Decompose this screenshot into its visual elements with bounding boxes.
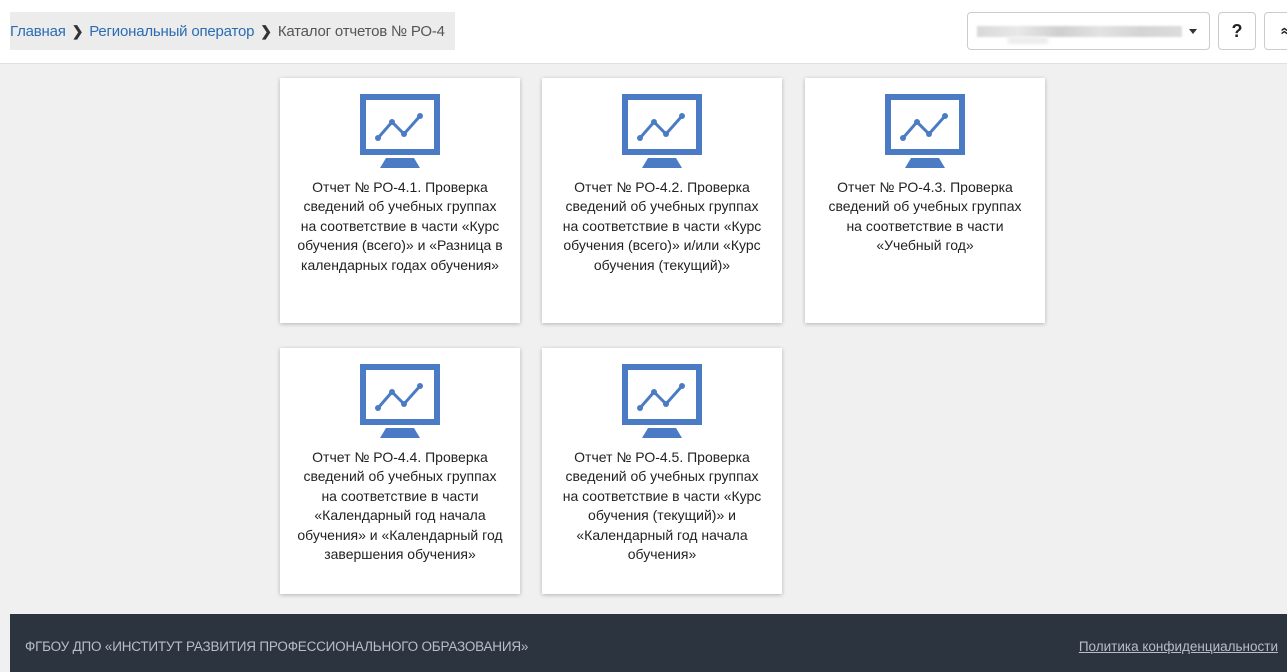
report-card-ro-4-4[interactable]: Отчет № РО-4.4. Проверка сведений об уче… xyxy=(280,348,520,594)
report-card-ro-4-2[interactable]: Отчет № РО-4.2. Проверка сведений об уче… xyxy=(542,78,782,323)
monitor-chart-icon xyxy=(360,94,440,168)
report-title: Отчет № РО-4.2. Проверка сведений об уче… xyxy=(562,179,762,273)
report-card-ro-4-3[interactable]: Отчет № РО-4.3. Проверка сведений об уче… xyxy=(805,78,1045,323)
chevron-right-icon: ❯ xyxy=(260,22,272,39)
privacy-policy-link[interactable]: Политика конфиденциальности xyxy=(1079,639,1278,654)
report-title: Отчет № РО-4.4. Проверка сведений об уче… xyxy=(297,449,503,563)
breadcrumb-regional-link[interactable]: Региональный оператор xyxy=(89,23,254,40)
chevron-right-icon: ❯ xyxy=(71,22,84,39)
organization-select[interactable] xyxy=(967,12,1210,50)
monitor-chart-icon xyxy=(360,364,440,438)
organization-select-value-redacted xyxy=(977,26,1182,37)
organization-select-value-redacted-extra xyxy=(1008,37,1048,44)
collapse-button[interactable]: » xyxy=(1264,12,1287,50)
breadcrumb: Главная ❯ Региональный оператор ❯ Катало… xyxy=(10,12,455,50)
monitor-chart-icon xyxy=(622,94,702,168)
monitor-chart-icon xyxy=(622,364,702,438)
help-button[interactable]: ? xyxy=(1218,12,1256,50)
footer: ФГБОУ ДПО «ИНСТИТУТ РАЗВИТИЯ ПРОФЕССИОНА… xyxy=(10,614,1287,672)
double-chevron-icon: » xyxy=(1275,27,1287,35)
breadcrumb-home-link[interactable]: Главная xyxy=(10,23,66,40)
breadcrumb-current: Каталог отчетов № РО-4 xyxy=(277,22,445,40)
caret-down-icon xyxy=(1189,29,1197,34)
report-title: Отчет № РО-4.3. Проверка сведений об уче… xyxy=(828,179,1022,254)
help-icon: ? xyxy=(1231,20,1243,41)
report-title: Отчет № РО-4.5. Проверка сведений об уче… xyxy=(562,449,762,563)
footer-organization: ФГБОУ ДПО «ИНСТИТУТ РАЗВИТИЯ ПРОФЕССИОНА… xyxy=(25,639,529,654)
monitor-chart-icon xyxy=(885,94,965,168)
report-card-ro-4-5[interactable]: Отчет № РО-4.5. Проверка сведений об уче… xyxy=(542,348,782,594)
report-card-ro-4-1[interactable]: Отчет № РО-4.1. Проверка сведений об уче… xyxy=(280,78,520,323)
report-title: Отчет № РО-4.1. Проверка сведений об уче… xyxy=(297,179,503,273)
top-bar: Главная ❯ Региональный оператор ❯ Катало… xyxy=(0,0,1287,64)
